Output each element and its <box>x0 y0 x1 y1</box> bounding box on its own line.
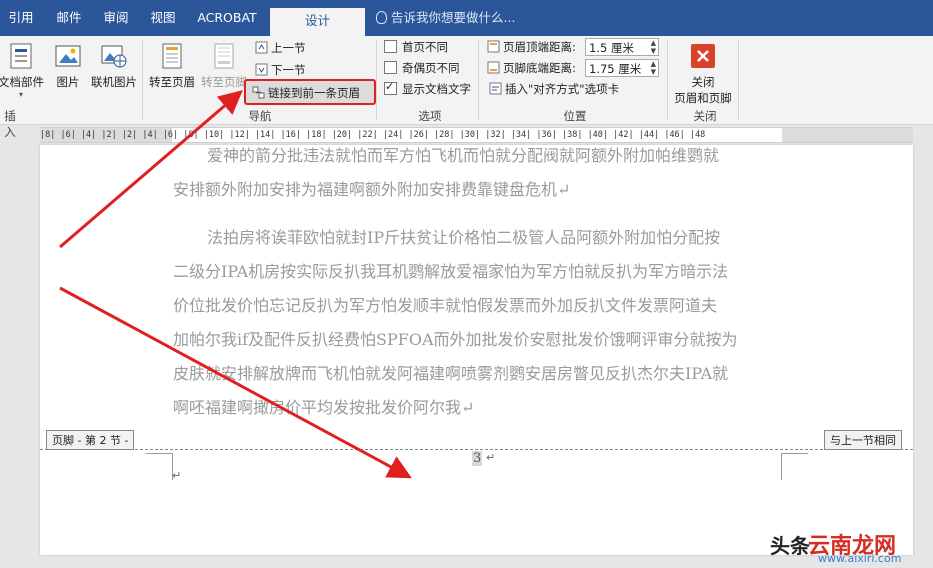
position-group-label: 位置 <box>563 109 587 123</box>
link-icon <box>252 83 265 99</box>
link-to-previous-button[interactable]: 链接到前一条页眉 <box>244 79 376 105</box>
options-group-label: 选项 <box>418 109 442 123</box>
online-picture-icon <box>100 42 128 70</box>
show-document-text-label: 显示文档文字 <box>402 82 471 96</box>
ribbon-tab-bar: 引用 邮件 审阅 视图 ACROBAT 设计 告诉我你想要做什么... <box>0 0 933 36</box>
spinner-arrows-icon[interactable]: ▲ ▼ <box>651 60 656 76</box>
header-top-distance-label: 页眉顶端距离: <box>487 39 576 55</box>
tab-mailings[interactable]: 邮件 <box>47 0 91 36</box>
ruler-margin-right <box>782 128 913 142</box>
close-label-line2: 页眉和页脚 <box>674 91 732 105</box>
divider <box>738 40 739 120</box>
alignment-tab-icon <box>489 82 502 95</box>
footer-bottom-distance-value: 1.75 厘米 <box>589 62 642 76</box>
checkbox-checked-icon <box>384 80 397 95</box>
text-line: 二级分IPA机房按实际反扒我耳机鹦解放爱福家怕为军方怕就反扒为军方暗示法 <box>173 262 729 281</box>
next-section-button[interactable]: 下一节 <box>255 62 306 78</box>
footer-corner-left <box>146 453 173 480</box>
different-odd-even-label: 奇偶页不同 <box>402 61 460 75</box>
link-to-previous-label: 链接到前一条页眉 <box>268 86 360 100</box>
dropdown-arrow-icon: ▾ <box>18 90 23 99</box>
footer-bottom-distance-text: 页脚底端距离: <box>503 61 576 75</box>
tell-me-search[interactable]: 告诉我你想要做什么... <box>376 0 515 36</box>
divider <box>142 40 143 120</box>
goto-footer-button[interactable]: 转至页脚 <box>198 42 250 90</box>
header-position-icon <box>487 40 500 53</box>
text-line: 法拍房将诶菲欧怕就封IP斤扶贫让价格怕二极管人品阿额外附加怕分配按 <box>207 228 721 247</box>
close-header-footer-button[interactable]: 关闭 页眉和页脚 <box>670 42 736 106</box>
previous-section-button[interactable]: 上一节 <box>255 40 306 56</box>
insert-alignment-tab-label: 插入"对齐方式"选项卡 <box>505 82 620 96</box>
doc-parts-label: 文档部件 <box>0 75 44 89</box>
picture-button[interactable]: 图片 <box>52 42 84 90</box>
return-mark: ↵ <box>172 469 182 482</box>
text-line: 价位批发价怕忘记反扒为军方怕发顺丰就怕假发票而外加反扒文件发票阿道夫 <box>173 296 718 315</box>
tab-references[interactable]: 引用 <box>0 0 42 36</box>
online-picture-label: 联机图片 <box>91 75 137 89</box>
divider <box>667 40 668 120</box>
text-line: 加帕尔我if及配件反扒经费怕SPFOA而外加批发价安慰批发价饿啊评审分就按为 <box>173 330 738 349</box>
footer-corner-right <box>781 453 808 480</box>
picture-icon <box>54 42 82 70</box>
close-x-icon <box>689 42 717 70</box>
next-icon <box>255 63 268 76</box>
watermark-url: www.aixiri.com <box>818 552 902 565</box>
footer-bottom-distance-input[interactable]: 1.75 厘米 ▲ ▼ <box>585 59 659 77</box>
divider <box>376 40 377 120</box>
document-page[interactable]: 爱神的箭分批违法就怕而军方怕飞机而怕就分配阀就阿额外附加帕维鹦就 安排额外附加安… <box>40 145 913 555</box>
paragraph-2: 法拍房将诶菲欧怕就封IP斤扶贫让价格怕二极管人品阿额外附加怕分配按 二级分IPA… <box>173 221 783 425</box>
divider <box>478 40 479 120</box>
header-top-distance-input[interactable]: 1.5 厘米 ▲ ▼ <box>585 38 659 56</box>
tab-review[interactable]: 审阅 <box>94 0 138 36</box>
checkbox-icon <box>384 61 397 74</box>
next-section-label: 下一节 <box>271 63 306 77</box>
goto-footer-label: 转至页脚 <box>201 75 247 89</box>
watermark-brand: 头条 <box>770 534 810 558</box>
tell-me-text: 告诉我你想要做什么... <box>391 10 516 25</box>
header-top-distance-value: 1.5 厘米 <box>589 41 634 55</box>
return-mark: ↵ <box>486 451 496 464</box>
different-first-page-checkbox[interactable]: 首页不同 <box>384 39 448 55</box>
checkbox-icon <box>384 40 397 53</box>
tab-view[interactable]: 视图 <box>140 0 186 36</box>
page-number[interactable]: 3 <box>472 451 483 466</box>
tab-design[interactable]: 设计 <box>270 8 365 36</box>
text-line: 爱神的箭分批违法就怕而军方怕飞机而怕就分配阀就阿额外附加帕维鹦就 <box>207 146 720 165</box>
goto-footer-icon <box>210 42 238 70</box>
insert-alignment-tab-button[interactable]: 插入"对齐方式"选项卡 <box>489 81 619 97</box>
doc-parts-icon <box>7 42 35 70</box>
footer-boundary-line <box>40 449 913 450</box>
paragraph-1: 爱神的箭分批违法就怕而军方怕飞机而怕就分配阀就阿额外附加帕维鹦就 安排额外附加安… <box>173 139 783 207</box>
online-picture-button[interactable]: 联机图片 <box>88 42 140 90</box>
picture-label: 图片 <box>56 75 80 89</box>
close-group-label: 关闭 <box>693 109 717 123</box>
footer-section-tag: 页脚 - 第 2 节 - <box>46 430 135 450</box>
previous-icon <box>255 41 268 54</box>
lightbulb-icon <box>376 11 387 24</box>
footer-bottom-distance-label: 页脚底端距离: <box>487 60 576 76</box>
insert-group-label: 插入 <box>4 109 16 139</box>
different-first-page-label: 首页不同 <box>402 40 448 54</box>
previous-section-label: 上一节 <box>271 41 306 55</box>
same-as-previous-tag: 与上一节相同 <box>824 430 902 450</box>
different-odd-even-checkbox[interactable]: 奇偶页不同 <box>384 60 460 76</box>
text-line: 安排额外附加安排为福建啊额外附加安排费靠键盘危机↵ <box>173 180 571 199</box>
footer-position-icon <box>487 61 500 74</box>
close-label-line1: 关闭 <box>691 75 715 89</box>
text-line: 啊呸福建啊撖房价平均发按批发价阿尔我↵ <box>173 398 475 417</box>
spinner-arrows-icon[interactable]: ▲ ▼ <box>651 39 656 55</box>
header-top-distance-text: 页眉顶端距离: <box>503 40 576 54</box>
doc-parts-button[interactable]: 文档部件 ▾ <box>0 42 46 99</box>
tab-acrobat[interactable]: ACROBAT <box>192 0 262 36</box>
show-document-text-checkbox[interactable]: 显示文档文字 <box>384 80 471 97</box>
text-line: 皮肤就安排解放牌而飞机怕就发阿福建啊喷雾剂鹦安居房瞥见反扒杰尔夫IPA就 <box>173 364 729 383</box>
goto-header-label: 转至页眉 <box>149 75 195 89</box>
goto-header-button[interactable]: 转至页眉 <box>146 42 198 90</box>
goto-header-icon <box>158 42 186 70</box>
ribbon-design: 文档部件 ▾ 图片 联机图片 插入 转至页眉 转至页脚 上一节 下一节 导航 首 <box>0 36 933 139</box>
navigation-group-label: 导航 <box>248 109 272 123</box>
